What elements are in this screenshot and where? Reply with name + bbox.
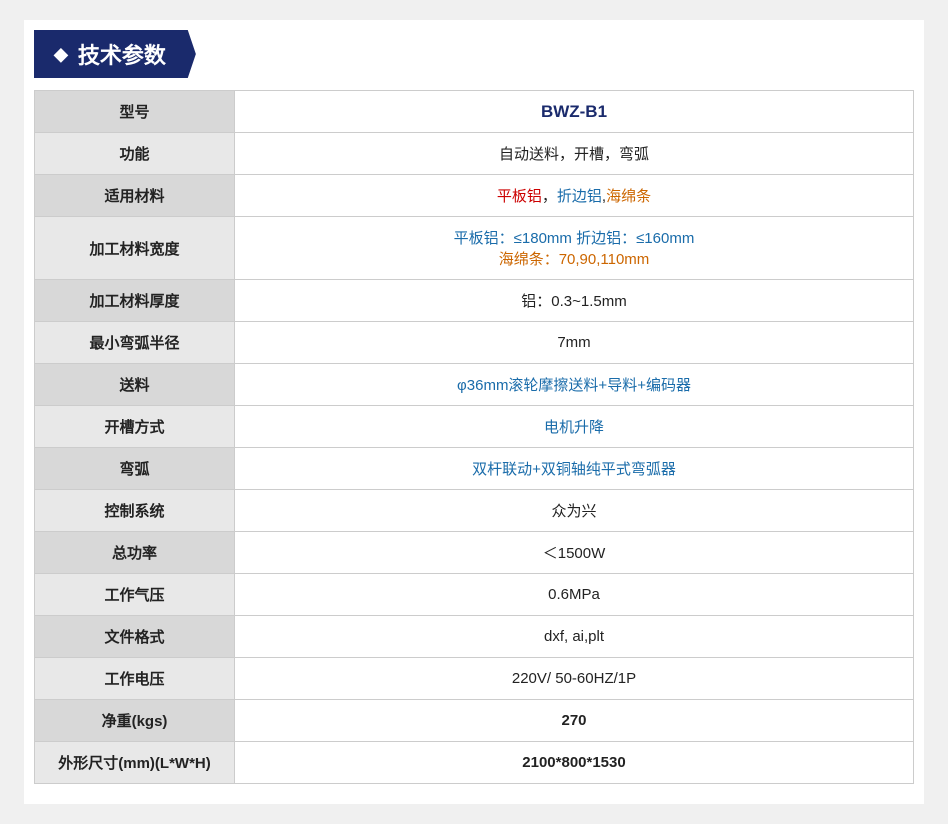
row-value: 平板铝：≤180mm 折边铝：≤160mm海绵条：70,90,110mm	[235, 217, 914, 280]
row-label: 弯弧	[35, 448, 235, 490]
row-label: 开槽方式	[35, 406, 235, 448]
table-row: 加工材料厚度铝：0.3~1.5mm	[35, 280, 914, 322]
table-row: 适用材料平板铝，折边铝,海绵条	[35, 175, 914, 217]
row-value: 平板铝，折边铝,海绵条	[235, 175, 914, 217]
row-value: 双杆联动+双铜轴纯平式弯弧器	[235, 448, 914, 490]
table-row: 加工材料宽度平板铝：≤180mm 折边铝：≤160mm海绵条：70,90,110…	[35, 217, 914, 280]
row-label: 总功率	[35, 532, 235, 574]
row-label: 工作气压	[35, 574, 235, 616]
row-value: 电机升降	[235, 406, 914, 448]
row-label: 功能	[35, 133, 235, 175]
header-title: 技术参数	[78, 38, 166, 70]
row-value: dxf, ai,plt	[235, 616, 914, 658]
table-row: 开槽方式电机升降	[35, 406, 914, 448]
row-label: 型号	[35, 91, 235, 133]
row-value: 铝：0.3~1.5mm	[235, 280, 914, 322]
table-row: 型号BWZ-B1	[35, 91, 914, 133]
row-label: 工作电压	[35, 658, 235, 700]
row-value: 自动送料，开槽，弯弧	[235, 133, 914, 175]
row-label: 加工材料宽度	[35, 217, 235, 280]
row-value: 7mm	[235, 322, 914, 364]
table-row: 功能自动送料，开槽，弯弧	[35, 133, 914, 175]
specs-table: 型号BWZ-B1功能自动送料，开槽，弯弧适用材料平板铝，折边铝,海绵条加工材料宽…	[34, 90, 914, 784]
row-label: 外形尺寸(mm)(L*W*H)	[35, 742, 235, 784]
table-row: 弯弧双杆联动+双铜轴纯平式弯弧器	[35, 448, 914, 490]
row-value: 众为兴	[235, 490, 914, 532]
row-value: 220V/ 50-60HZ/1P	[235, 658, 914, 700]
header-icon: ◆	[54, 44, 68, 65]
row-label: 加工材料厚度	[35, 280, 235, 322]
row-label: 控制系统	[35, 490, 235, 532]
row-label: 最小弯弧半径	[35, 322, 235, 364]
table-row: 工作气压0.6MPa	[35, 574, 914, 616]
table-row: 最小弯弧半径7mm	[35, 322, 914, 364]
row-label: 净重(kgs)	[35, 700, 235, 742]
row-value: BWZ-B1	[235, 91, 914, 133]
table-row: 工作电压220V/ 50-60HZ/1P	[35, 658, 914, 700]
table-row: 送料φ36mm滚轮摩擦送料+导料+编码器	[35, 364, 914, 406]
row-value: 0.6MPa	[235, 574, 914, 616]
header-banner: ◆ 技术参数	[34, 30, 196, 78]
table-row: 总功率＜1500W	[35, 532, 914, 574]
main-container: ◆ 技术参数 型号BWZ-B1功能自动送料，开槽，弯弧适用材料平板铝，折边铝,海…	[24, 20, 924, 804]
row-value: 270	[235, 700, 914, 742]
row-label: 送料	[35, 364, 235, 406]
row-value: φ36mm滚轮摩擦送料+导料+编码器	[235, 364, 914, 406]
row-label: 适用材料	[35, 175, 235, 217]
row-label: 文件格式	[35, 616, 235, 658]
table-row: 净重(kgs)270	[35, 700, 914, 742]
table-row: 文件格式dxf, ai,plt	[35, 616, 914, 658]
row-value: 2100*800*1530	[235, 742, 914, 784]
row-value: ＜1500W	[235, 532, 914, 574]
header: ◆ 技术参数	[34, 30, 914, 78]
table-row: 外形尺寸(mm)(L*W*H)2100*800*1530	[35, 742, 914, 784]
table-row: 控制系统众为兴	[35, 490, 914, 532]
